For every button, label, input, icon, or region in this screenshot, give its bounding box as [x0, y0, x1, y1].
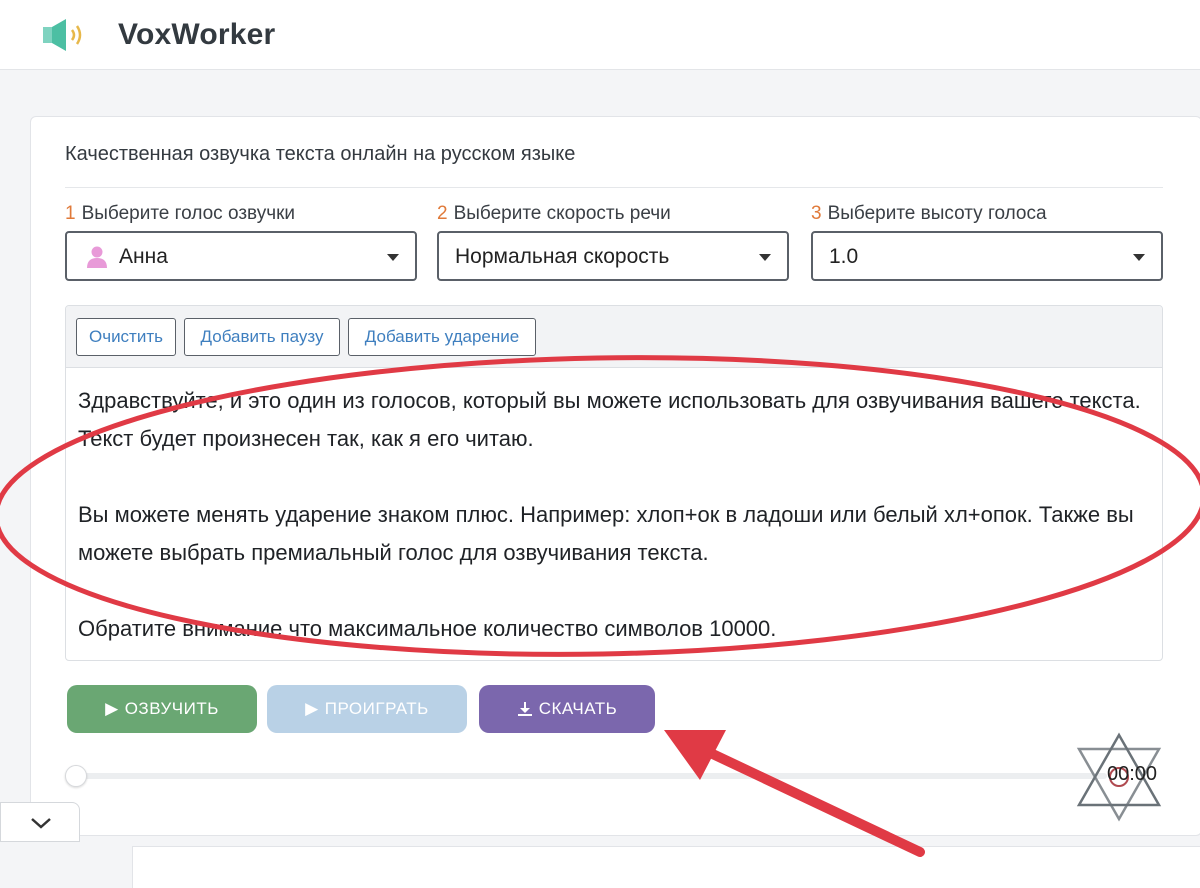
tts-card: Качественная озвучка текста онлайн на ру… — [30, 116, 1200, 836]
step-number: 2 — [437, 203, 448, 224]
pitch-select-value: 1.0 — [829, 245, 859, 268]
speak-button[interactable]: ▶ ОЗВУЧИТЬ — [67, 685, 257, 733]
audio-progress-handle[interactable] — [65, 765, 87, 787]
audio-time: 00:00 — [1107, 763, 1158, 785]
speak-label: ОЗВУЧИТЬ — [124, 699, 219, 718]
caret-down-icon — [759, 254, 771, 261]
speaker-icon — [43, 19, 82, 51]
divider — [65, 187, 1163, 188]
caret-down-icon — [387, 254, 399, 261]
voice-select[interactable]: Анна — [65, 231, 417, 281]
download-button[interactable]: СКАЧАТЬ — [479, 685, 655, 733]
caret-down-icon — [1133, 254, 1145, 261]
play-label: ПРОИГРАТЬ — [324, 699, 429, 718]
page-subtitle: Качественная озвучка текста онлайн на ру… — [65, 143, 576, 165]
speed-select[interactable]: Нормальная скорость — [437, 231, 789, 281]
text-editor[interactable]: Очистить Добавить паузу Добавить ударени… — [65, 305, 1163, 661]
step-number: 3 — [811, 203, 822, 224]
voice-label-text: Выберите голос озвучки — [81, 203, 296, 224]
add-pause-button[interactable]: Добавить паузу — [184, 318, 340, 356]
speed-select-value: Нормальная скорость — [455, 245, 670, 268]
play-icon: ▶ — [105, 699, 119, 718]
pitch-select-label: 3 Выберите высоту голоса — [811, 203, 1047, 225]
step-number: 1 — [65, 203, 76, 224]
voice-select-value: Анна — [119, 245, 168, 268]
speed-label-text: Выберите скорость речи — [453, 203, 671, 224]
add-stress-button[interactable]: Добавить ударение — [348, 318, 536, 356]
bottom-bar — [132, 846, 1200, 888]
collapse-toggle[interactable] — [0, 802, 80, 842]
app-title[interactable]: VoxWorker — [118, 18, 275, 52]
clear-button[interactable]: Очистить — [76, 318, 176, 356]
voice-select-label: 1 Выберите голос озвучки — [65, 203, 295, 225]
top-bar: VoxWorker — [0, 0, 1200, 70]
audio-progress-track[interactable] — [67, 773, 1107, 779]
user-icon — [87, 246, 107, 268]
chevron-down-icon — [31, 818, 51, 829]
pitch-select[interactable]: 1.0 — [811, 231, 1163, 281]
download-icon — [517, 702, 532, 716]
play-icon: ▶ — [305, 699, 319, 718]
text-input[interactable]: Здравствуйте, и это один из голосов, кот… — [78, 382, 1154, 648]
text-paragraph: Вы можете менять ударение знаком плюс. Н… — [78, 502, 1134, 565]
text-paragraph: Обратите внимание что максимальное колич… — [78, 616, 777, 641]
editor-toolbar: Очистить Добавить паузу Добавить ударени… — [66, 306, 1162, 368]
text-paragraph: Здравствуйте, и это один из голосов, кот… — [78, 388, 1141, 451]
play-button[interactable]: ▶ ПРОИГРАТЬ — [267, 685, 467, 733]
pitch-label-text: Выберите высоту голоса — [827, 203, 1047, 224]
speed-select-label: 2 Выберите скорость речи — [437, 203, 671, 225]
download-label: СКАЧАТЬ — [538, 699, 618, 718]
